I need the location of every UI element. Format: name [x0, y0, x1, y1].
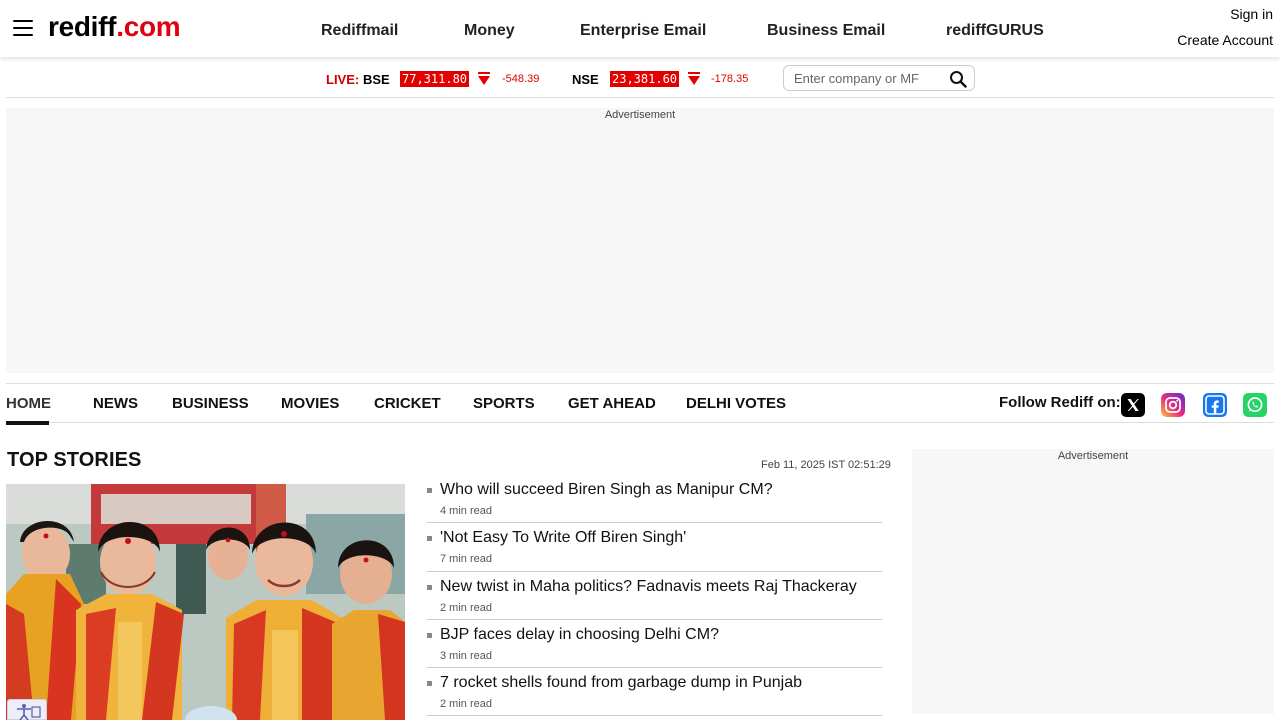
nse-change: -178.35: [711, 73, 749, 85]
story-headline[interactable]: New twist in Maha politics? Fadnavis mee…: [440, 578, 857, 596]
tab-home[interactable]: HOME: [6, 395, 51, 412]
story-headline[interactable]: 7 rocket shells found from garbage dump …: [440, 674, 802, 692]
timestamp: Feb 11, 2025 IST 02:51:29: [761, 459, 891, 471]
story-headline[interactable]: Who will succeed Biren Singh as Manipur …: [440, 481, 773, 499]
list-item: 'Not Easy To Write Off Biren Singh' 7 mi…: [427, 523, 882, 572]
bse-label[interactable]: BSE: [363, 72, 390, 87]
hamburger-menu-icon[interactable]: [13, 20, 33, 36]
company-search-box: [783, 65, 975, 91]
down-arrow-icon: [476, 71, 492, 87]
accessibility-widget[interactable]: [7, 699, 47, 720]
top-story-image[interactable]: [6, 484, 405, 720]
nse-value: 23,381.60: [610, 71, 680, 87]
instagram-icon[interactable]: [1161, 393, 1185, 417]
read-time: 2 min read: [440, 601, 492, 614]
list-item: New twist in Maha politics? Fadnavis mee…: [427, 572, 882, 620]
bse-change: -548.39: [502, 73, 540, 85]
story-headline[interactable]: 'Not Easy To Write Off Biren Singh': [440, 529, 686, 547]
bullet-icon: [427, 584, 432, 590]
nse-label[interactable]: NSE: [572, 72, 599, 87]
top-ad-banner[interactable]: Advertisement: [6, 108, 1274, 373]
read-time: 3 min read: [440, 649, 492, 662]
bullet-icon: [427, 536, 432, 542]
bse-value: 77,311.80: [400, 71, 470, 87]
nav-business-email[interactable]: Business Email: [767, 22, 885, 40]
down-arrow-icon: [686, 71, 702, 87]
bullet-icon: [427, 488, 432, 493]
side-ad-banner[interactable]: Advertisement: [912, 449, 1274, 714]
nav-money[interactable]: Money: [464, 22, 515, 40]
top-stories-title: TOP STORIES: [7, 449, 142, 471]
market-ticker: LIVE: BSE 77,311.80 -548.39 NSE 23,381.6…: [6, 58, 1274, 98]
x-icon[interactable]: [1121, 393, 1145, 417]
whatsapp-icon[interactable]: [1243, 393, 1267, 417]
search-icon[interactable]: [949, 70, 967, 88]
tab-delhi-votes[interactable]: DELHI VOTES: [686, 395, 786, 412]
nav-rediffmail[interactable]: Rediffmail: [321, 22, 398, 40]
tab-cricket[interactable]: CRICKET: [374, 395, 441, 412]
read-time: 2 min read: [440, 698, 492, 711]
advertisement-label: Advertisement: [1057, 450, 1129, 462]
tab-sports[interactable]: SPORTS: [473, 395, 535, 412]
create-account-link[interactable]: Create Account: [1177, 32, 1273, 48]
story-headline[interactable]: BJP faces delay in choosing Delhi CM?: [440, 626, 719, 644]
accessibility-icon: [17, 704, 41, 720]
follow-rediff-label: Follow Rediff on:: [999, 394, 1121, 411]
tab-news[interactable]: NEWS: [93, 395, 138, 412]
active-tab-indicator: [6, 421, 49, 425]
list-item: 7 rocket shells found from garbage dump …: [427, 668, 882, 717]
advertisement-label: Advertisement: [604, 109, 676, 121]
list-item: Who will succeed Biren Singh as Manipur …: [427, 475, 882, 524]
company-search-input[interactable]: [794, 70, 944, 86]
tab-business[interactable]: BUSINESS: [172, 395, 249, 412]
sign-in-link[interactable]: Sign in: [1230, 6, 1273, 22]
tab-movies[interactable]: MOVIES: [281, 395, 339, 412]
list-item: BJP faces delay in choosing Delhi CM? 3 …: [427, 620, 882, 669]
live-label: LIVE:: [326, 72, 360, 87]
rediff-logo[interactable]: rediff.com: [48, 11, 181, 43]
bullet-icon: [427, 681, 432, 687]
facebook-icon[interactable]: [1203, 393, 1227, 417]
site-header: rediff.com Rediffmail Money Enterprise E…: [0, 0, 1280, 57]
read-time: 4 min read: [440, 505, 492, 517]
nav-rediffgurus[interactable]: rediffGURUS: [946, 22, 1044, 40]
top-stories-list: Who will succeed Biren Singh as Manipur …: [427, 475, 882, 717]
read-time: 7 min read: [440, 553, 492, 566]
dancers-photo-image: [6, 484, 405, 720]
category-nav: HOME NEWS BUSINESS MOVIES CRICKET SPORTS…: [6, 383, 1274, 425]
bullet-icon: [427, 632, 432, 638]
tab-get-ahead[interactable]: GET AHEAD: [568, 395, 656, 412]
nav-enterprise-email[interactable]: Enterprise Email: [580, 22, 706, 40]
